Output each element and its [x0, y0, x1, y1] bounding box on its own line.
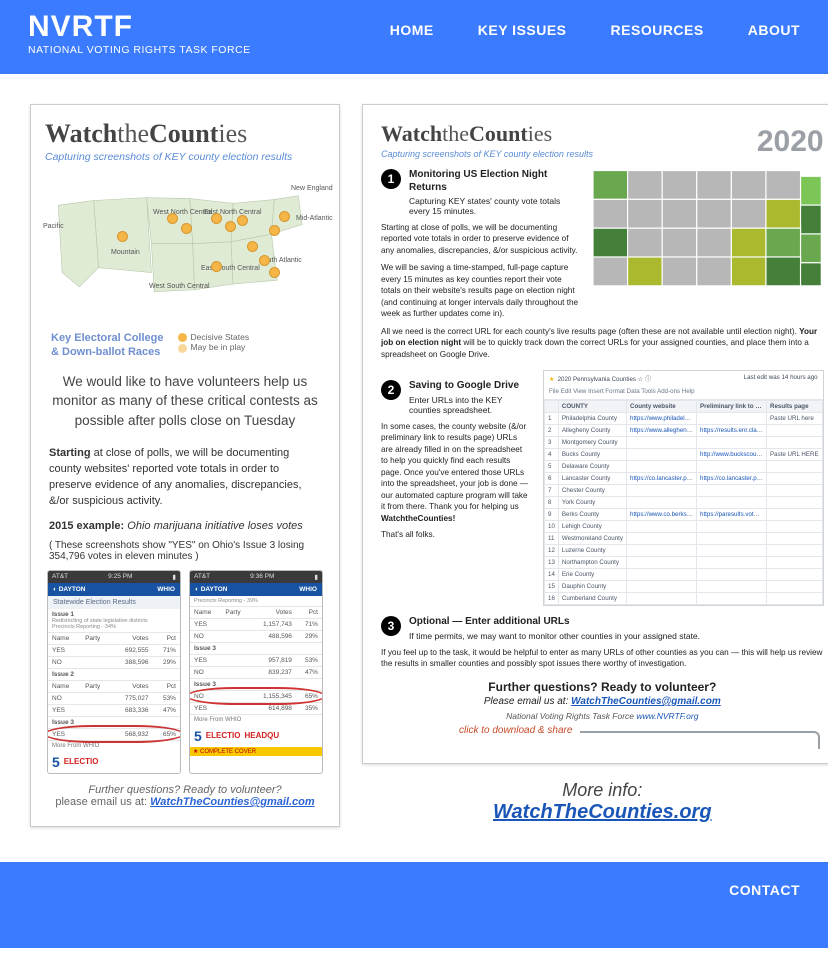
flyer-left[interactable]: WatchtheCounties Capturing screenshots o… [30, 104, 340, 827]
usa-map-svg [41, 171, 329, 326]
step-2-badge: 2 [381, 380, 401, 400]
brand[interactable]: NVRTF NATIONAL VOTING RIGHTS TASK FORCE [28, 12, 251, 56]
map-dot [167, 213, 178, 224]
flyer-right-cta: Further questions? Ready to volunteer? P… [381, 680, 824, 721]
brand-subtitle: NATIONAL VOTING RIGHTS TASK FORCE [28, 44, 251, 56]
map-dot [225, 221, 236, 232]
footer-contact[interactable]: CONTACT [729, 882, 800, 898]
nav-key-issues[interactable]: KEY ISSUES [478, 22, 567, 38]
flyer-left-subtitle: Capturing screenshots of KEY county elec… [45, 151, 325, 163]
right-para-5: If you feel up to the task, it would be … [381, 647, 824, 670]
usa-map: Pacific Mountain West North Central East… [41, 171, 329, 326]
map-dot [117, 231, 128, 242]
flyer-left-para1: Starting at close of polls, we will be d… [49, 446, 321, 510]
flyer-left-example: 2015 example: Ohio marijuana initiative … [49, 520, 321, 532]
screenshot-pair: AT&T9:25 PM▮ ◐ DAYTONWHIO Statewide Elec… [47, 570, 323, 774]
region-mountain: Mountain [111, 249, 140, 256]
screenshot-after: AT&T9:36 PM▮ ◐ DAYTONWHIO Precincts Repo… [189, 570, 323, 774]
right-para-2: We will be saving a time-stamped, full-p… [381, 262, 581, 319]
map-dot [237, 215, 248, 226]
region-esc: East South Central [201, 265, 260, 272]
pa-county-map [593, 159, 824, 320]
map-legend: Decisive States May be in play [178, 332, 250, 353]
step-2-title: Saving to Google Drive [409, 380, 531, 393]
map-legend-row: Key Electoral College & Down-ballot Race… [51, 332, 319, 360]
site-footer: CONTACT [0, 862, 828, 948]
region-ma: Mid-Atlantic [296, 215, 333, 222]
flyer-left-title: WatchtheCounties [45, 119, 325, 149]
flyer-right-year: 2020 [757, 125, 824, 159]
right-para-4: In some cases, the county website (&/or … [381, 421, 531, 524]
more-info: More info: WatchTheCounties.org [362, 780, 828, 824]
brand-name: NVRTF [28, 12, 251, 42]
nav-home[interactable]: HOME [390, 22, 434, 38]
step-1-badge: 1 [381, 169, 401, 189]
map-dot [211, 213, 222, 224]
google-sheet-thumb: ★2020 Pennsylvania Counties ☆ ⓘLast edit… [543, 370, 824, 606]
region-ne: New England [291, 185, 333, 192]
flyer-right-title: WatchtheCounties [381, 121, 593, 147]
flyer-right[interactable]: WatchtheCounties Capturing screenshots o… [362, 104, 828, 764]
step-1-title: Monitoring US Election Night Returns [409, 169, 581, 194]
more-info-link[interactable]: WatchTheCounties.org [362, 801, 828, 824]
map-dot [247, 241, 258, 252]
step-3-title: Optional — Enter additional URLs [409, 616, 700, 629]
step-1-sub: Capturing KEY states' county vote totals… [409, 196, 581, 216]
map-dot [181, 223, 192, 234]
primary-nav: HOME KEY ISSUES RESOURCES ABOUT [390, 12, 800, 38]
flyer-left-example-caption: ( These screenshots show "YES" on Ohio's… [49, 540, 321, 562]
step-2-sub: Enter URLs into the KEY counties spreads… [409, 395, 531, 415]
flyer-left-footer: Further questions? Ready to volunteer? p… [45, 784, 325, 808]
email-link-right[interactable]: WatchTheCounties@gmail.com [571, 696, 721, 707]
map-dot [279, 211, 290, 222]
site-header: NVRTF NATIONAL VOTING RIGHTS TASK FORCE … [0, 0, 828, 74]
right-para-1: Starting at close of polls, we will be d… [381, 222, 581, 256]
region-wsc: West South Central [149, 283, 210, 290]
flyer-right-subtitle: Capturing screenshots of KEY county elec… [381, 149, 593, 159]
map-dot [211, 261, 222, 272]
right-para-4c: That's all folks. [381, 530, 531, 539]
nav-about[interactable]: ABOUT [748, 22, 800, 38]
step-3-sub: If time permits, we may want to monitor … [409, 631, 700, 641]
region-pacific: Pacific [43, 223, 64, 230]
map-dot [269, 267, 280, 278]
flyer-left-intro: We would like to have volunteers help us… [49, 372, 321, 431]
download-callout: click to download & share [481, 731, 820, 749]
main-content: WatchtheCounties Capturing screenshots o… [0, 74, 828, 848]
nav-resources[interactable]: RESOURCES [611, 22, 704, 38]
map-dot [269, 225, 280, 236]
sheet-table: COUNTYCounty websitePreliminary link to … [544, 400, 823, 605]
screenshot-before: AT&T9:25 PM▮ ◐ DAYTONWHIO Statewide Elec… [47, 570, 181, 774]
step-3-badge: 3 [381, 616, 401, 636]
map-key-title: Key Electoral College & Down-ballot Race… [51, 332, 164, 360]
org-link[interactable]: www.NVRTF.org [636, 711, 698, 721]
right-para-3: All we need is the correct URL for each … [381, 326, 824, 360]
download-label[interactable]: click to download & share [451, 725, 580, 736]
map-dot [259, 255, 270, 266]
email-link-left[interactable]: WatchTheCounties@gmail.com [150, 796, 315, 808]
